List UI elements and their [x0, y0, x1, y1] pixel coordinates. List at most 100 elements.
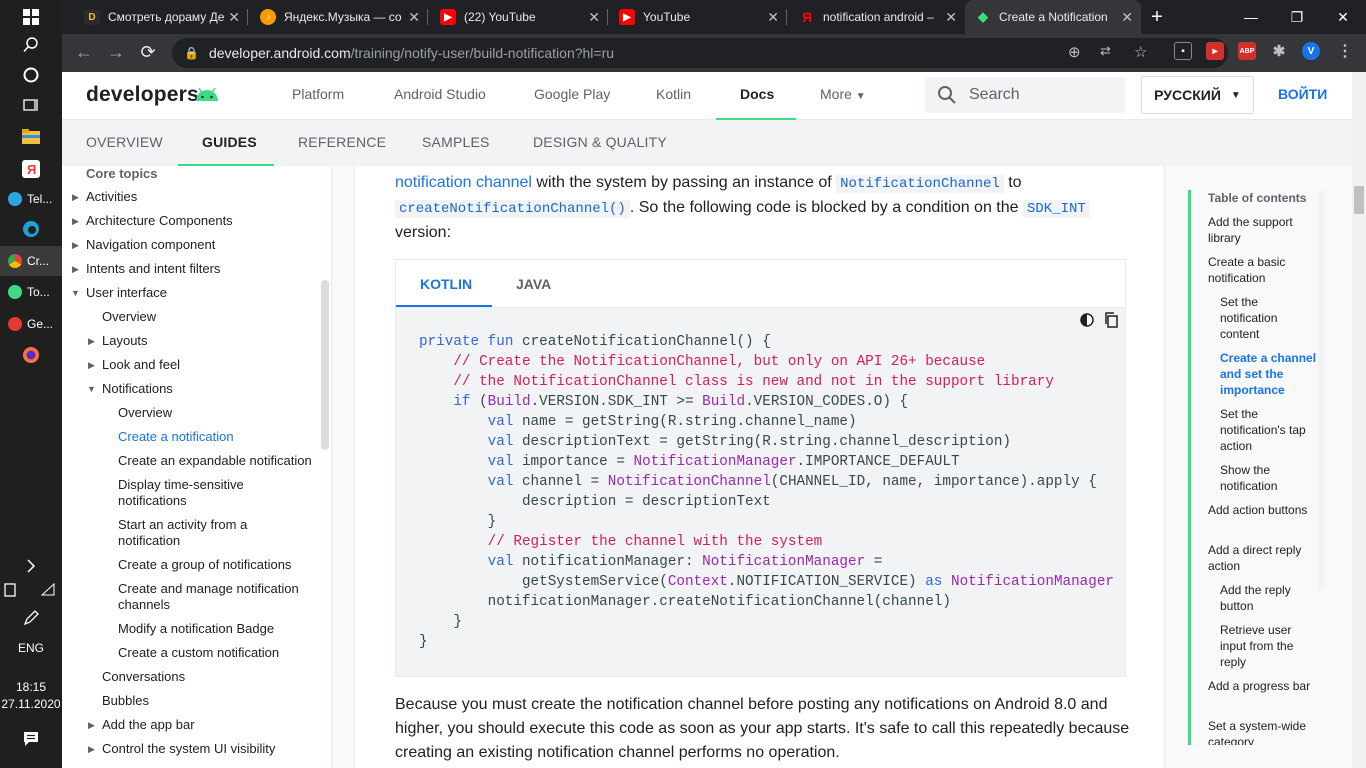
- lock-icon[interactable]: 🔒: [184, 46, 199, 60]
- sidebar-item-look-feel[interactable]: Look and feel: [102, 357, 180, 373]
- toc-item[interactable]: Set the notification content: [1220, 294, 1318, 342]
- extension-cube-icon[interactable]: ▪: [1174, 42, 1192, 60]
- collapse-arrow-icon[interactable]: ▼: [71, 288, 80, 298]
- battery-icon[interactable]: [0, 575, 30, 605]
- pen-icon[interactable]: [0, 603, 62, 633]
- sidebar-item-group[interactable]: Create a group of notifications: [118, 557, 318, 573]
- code-block[interactable]: private fun createNotificationChannel() …: [396, 308, 1125, 676]
- sidebar-item-notif-overview[interactable]: Overview: [118, 405, 172, 421]
- sidebar-item-create-notification[interactable]: Create a notification: [118, 429, 234, 445]
- close-tab-icon[interactable]: ✕: [767, 9, 779, 26]
- sidebar-item-intents[interactable]: Intents and intent filters: [86, 261, 220, 277]
- sidebar-item-start-activity[interactable]: Start an activity from a notification: [118, 517, 268, 549]
- new-tab-button[interactable]: +: [1142, 0, 1172, 34]
- toc-item[interactable]: Create a basic notification: [1208, 254, 1320, 286]
- nav-docs[interactable]: Docs: [740, 86, 774, 102]
- close-tab-icon[interactable]: ✕: [588, 9, 600, 26]
- nav-google-play[interactable]: Google Play: [534, 86, 610, 102]
- forward-icon[interactable]: →: [104, 42, 128, 63]
- expand-arrow-icon[interactable]: ▶: [88, 336, 95, 347]
- extensions-puzzle-icon[interactable]: ✱: [1270, 42, 1288, 60]
- clock-time[interactable]: 18:15: [0, 680, 62, 694]
- sidebar-item-channels[interactable]: Create and manage notification channels: [118, 581, 318, 613]
- browser-tab[interactable]: ▶ YouTube ✕: [609, 0, 787, 34]
- notification-channel-link[interactable]: notification channel: [395, 174, 532, 191]
- taskbar-app-genshin[interactable]: Ge...: [0, 309, 62, 339]
- nav-kotlin[interactable]: Kotlin: [656, 86, 691, 102]
- signin-link[interactable]: ВОЙТИ: [1278, 86, 1327, 102]
- browser-tab[interactable]: ▶ (22) YouTube ✕: [430, 0, 608, 34]
- collapse-arrow-icon[interactable]: ▼: [87, 384, 96, 394]
- adblock-icon[interactable]: ABP: [1238, 42, 1256, 60]
- sidebar-item-conversations[interactable]: Conversations: [102, 669, 185, 685]
- taskbar-app-telegram[interactable]: Tel...: [0, 184, 62, 214]
- nav-android-studio[interactable]: Android Studio: [394, 86, 486, 102]
- tab-guides[interactable]: GUIDES: [202, 134, 257, 150]
- theme-toggle-icon[interactable]: [1079, 312, 1095, 328]
- address-bar[interactable]: 🔒 developer.android.com/training/notify-…: [172, 38, 1228, 68]
- sidebar-item-badge[interactable]: Modify a notification Badge: [118, 621, 318, 637]
- task-view-icon[interactable]: [0, 90, 62, 120]
- close-tab-icon[interactable]: ✕: [1121, 9, 1133, 26]
- expand-arrow-icon[interactable]: ▶: [72, 216, 79, 227]
- close-window-button[interactable]: ✕: [1320, 0, 1366, 34]
- maximize-button[interactable]: ❐: [1274, 0, 1320, 34]
- add-bookmark-plus-icon[interactable]: ⊕: [1068, 43, 1081, 61]
- nav-platform[interactable]: Platform: [292, 86, 344, 102]
- copy-icon[interactable]: [1103, 312, 1119, 328]
- toc-item[interactable]: Show the notification: [1220, 462, 1318, 494]
- sidebar-item-app-bar[interactable]: Add the app bar: [102, 717, 195, 733]
- minimize-button[interactable]: —: [1228, 0, 1274, 34]
- toc-item[interactable]: Add a direct reply action: [1208, 542, 1320, 574]
- close-tab-icon[interactable]: ✕: [945, 9, 957, 26]
- windows-start-icon[interactable]: [0, 2, 62, 32]
- edge-icon[interactable]: [0, 214, 62, 244]
- code-tab-kotlin[interactable]: KOTLIN: [420, 276, 472, 292]
- sidebar-item-user-interface[interactable]: User interface: [86, 285, 167, 301]
- cortana-icon[interactable]: [0, 60, 62, 90]
- close-tab-icon[interactable]: ✕: [408, 9, 420, 26]
- clock-date[interactable]: 27.11.2020: [0, 697, 62, 711]
- toc-item[interactable]: Set the notification's tap action: [1220, 406, 1318, 454]
- language-select[interactable]: РУССКИЙ ▼: [1141, 76, 1254, 114]
- page-scrollbar-thumb[interactable]: [1354, 186, 1364, 214]
- sidebar-item-layouts[interactable]: Layouts: [102, 333, 148, 349]
- sidebar-item-expandable[interactable]: Create an expandable notification: [118, 453, 318, 469]
- tab-reference[interactable]: REFERENCE: [298, 134, 386, 150]
- code-tab-java[interactable]: JAVA: [516, 276, 551, 292]
- sidebar-item-notifications[interactable]: Notifications: [102, 381, 173, 397]
- reload-icon[interactable]: ⟳: [136, 42, 160, 63]
- expand-arrow-icon[interactable]: ▶: [72, 264, 79, 275]
- browser-tab-active[interactable]: ◆ Create a Notification ✕: [965, 0, 1141, 34]
- yandex-browser-icon[interactable]: Я: [0, 154, 62, 184]
- tab-design-quality[interactable]: DESIGN & QUALITY: [533, 134, 667, 150]
- menu-dots-icon[interactable]: ⋮: [1336, 42, 1354, 60]
- expand-arrow-icon[interactable]: ▶: [88, 720, 95, 731]
- search-input[interactable]: Search: [925, 77, 1125, 113]
- sidebar-scrollbar[interactable]: [321, 280, 329, 450]
- toc-item[interactable]: Retrieve user input from the reply: [1220, 622, 1318, 670]
- close-tab-icon[interactable]: ✕: [228, 9, 240, 26]
- expand-arrow-icon[interactable]: ▶: [88, 360, 95, 371]
- browser-tab[interactable]: ♪ Яндекс.Музыка — со ✕: [250, 0, 428, 34]
- profile-avatar[interactable]: V: [1302, 42, 1320, 60]
- sidebar-item-ui-overview[interactable]: Overview: [102, 309, 156, 325]
- notification-center-icon[interactable]: [0, 724, 62, 754]
- search-icon[interactable]: [0, 30, 62, 60]
- keyboard-language[interactable]: ENG: [0, 641, 62, 655]
- back-icon[interactable]: ←: [72, 42, 96, 63]
- expand-arrow-icon[interactable]: ▶: [72, 192, 79, 203]
- browser-tab[interactable]: Яnotification android – ✕: [789, 0, 965, 34]
- taskbar-app-todo[interactable]: To...: [0, 277, 62, 307]
- toc-item[interactable]: Add action buttons: [1208, 502, 1320, 518]
- expand-arrow-icon[interactable]: ▶: [72, 240, 79, 251]
- sidebar-item-time-sensitive[interactable]: Display time-sensitive notifications: [118, 477, 268, 509]
- file-explorer-icon[interactable]: [0, 122, 62, 152]
- toc-scrollbar[interactable]: [1318, 190, 1324, 590]
- sidebar-item-navigation[interactable]: Navigation component: [86, 237, 215, 253]
- translate-icon[interactable]: ⇄: [1100, 43, 1111, 59]
- sidebar-item-custom[interactable]: Create a custom notification: [118, 645, 318, 661]
- sidebar-item-bubbles[interactable]: Bubbles: [102, 693, 149, 709]
- nav-more[interactable]: More ▼: [820, 86, 866, 102]
- toc-item[interactable]: Add the support library: [1208, 214, 1320, 246]
